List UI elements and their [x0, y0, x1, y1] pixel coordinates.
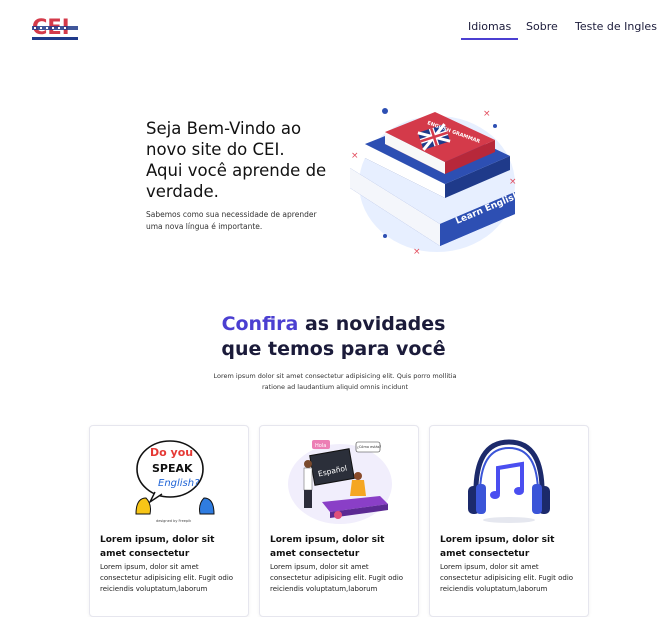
card-title: Lorem ipsum, dolor sit amet consectetur	[270, 535, 385, 559]
hero-title-line: verdade.	[146, 182, 219, 201]
headphones-music-icon	[468, 439, 550, 523]
hero-subtitle: Sabemos como sua necessidade de aprender…	[146, 210, 317, 231]
cei-logo[interactable]: CEI	[30, 12, 80, 42]
top-navbar: CEI Idiomas Sobre Teste de Ingles	[0, 0, 667, 50]
books-illustration: × × × × Learn English ENGLISH GRAMMAR	[350, 108, 522, 256]
svg-text:×: ×	[351, 151, 359, 161]
feature-card[interactable]: Lorem ipsum, dolor sit amet consectetur …	[429, 425, 589, 617]
spanish-class-illustration: Español Hola ¿Cómo estás?	[288, 440, 392, 524]
card-title: Lorem ipsum, dolor sit amet consectetur	[440, 535, 555, 559]
card-text: Lorem ipsum, dolor sit amet consectetur …	[100, 563, 234, 593]
section-subtitle: Lorem ipsum dolor sit amet consectetur a…	[213, 372, 457, 391]
svg-text:Hola: Hola	[315, 443, 326, 449]
card-text: Lorem ipsum, dolor sit amet consectetur …	[270, 563, 404, 593]
hero-title-line: Seja Bem-Vindo ao	[146, 119, 302, 138]
svg-text:designed by Freepik: designed by Freepik	[156, 519, 192, 523]
svg-text:¿Cómo estás?: ¿Cómo estás?	[357, 445, 381, 449]
card-title: Lorem ipsum, dolor sit amet consectetur	[100, 535, 215, 559]
svg-text:SPEAK: SPEAK	[152, 462, 193, 475]
speak-english-illustration: Do you SPEAK English? designed by Freepi…	[135, 440, 215, 523]
section-title-rest: as novidades	[298, 313, 446, 335]
svg-text:English?: English?	[158, 478, 200, 489]
nav-sobre[interactable]: Sobre	[526, 20, 558, 33]
svg-text:×: ×	[413, 247, 421, 256]
hero-title-line: novo site do CEI.	[146, 140, 285, 159]
nav-teste-de-ingles[interactable]: Teste de Ingles	[575, 20, 657, 33]
svg-text:×: ×	[509, 177, 517, 187]
nav-idiomas[interactable]: Idiomas	[461, 20, 519, 40]
card-text: Lorem ipsum, dolor sit amet consectetur …	[440, 563, 574, 593]
section-title-accent: Confira	[221, 313, 299, 335]
svg-text:×: ×	[483, 109, 491, 119]
section-title-line: Confira as novidades	[0, 312, 667, 337]
hero-title-line: Aqui você aprende de	[146, 161, 327, 180]
feature-card[interactable]: Do you SPEAK English? designed by Freepi…	[89, 425, 249, 617]
section-title-line2: que temos para você	[221, 338, 446, 360]
section-title: Confira as novidades que temos para você	[0, 312, 667, 362]
feature-card[interactable]: Español Hola ¿Cómo estás? Lorem ipsum, d…	[259, 425, 419, 617]
svg-text:Do you: Do you	[150, 446, 193, 459]
hero-title: Seja Bem-Vindo ao novo site do CEI. Aqui…	[146, 118, 351, 202]
